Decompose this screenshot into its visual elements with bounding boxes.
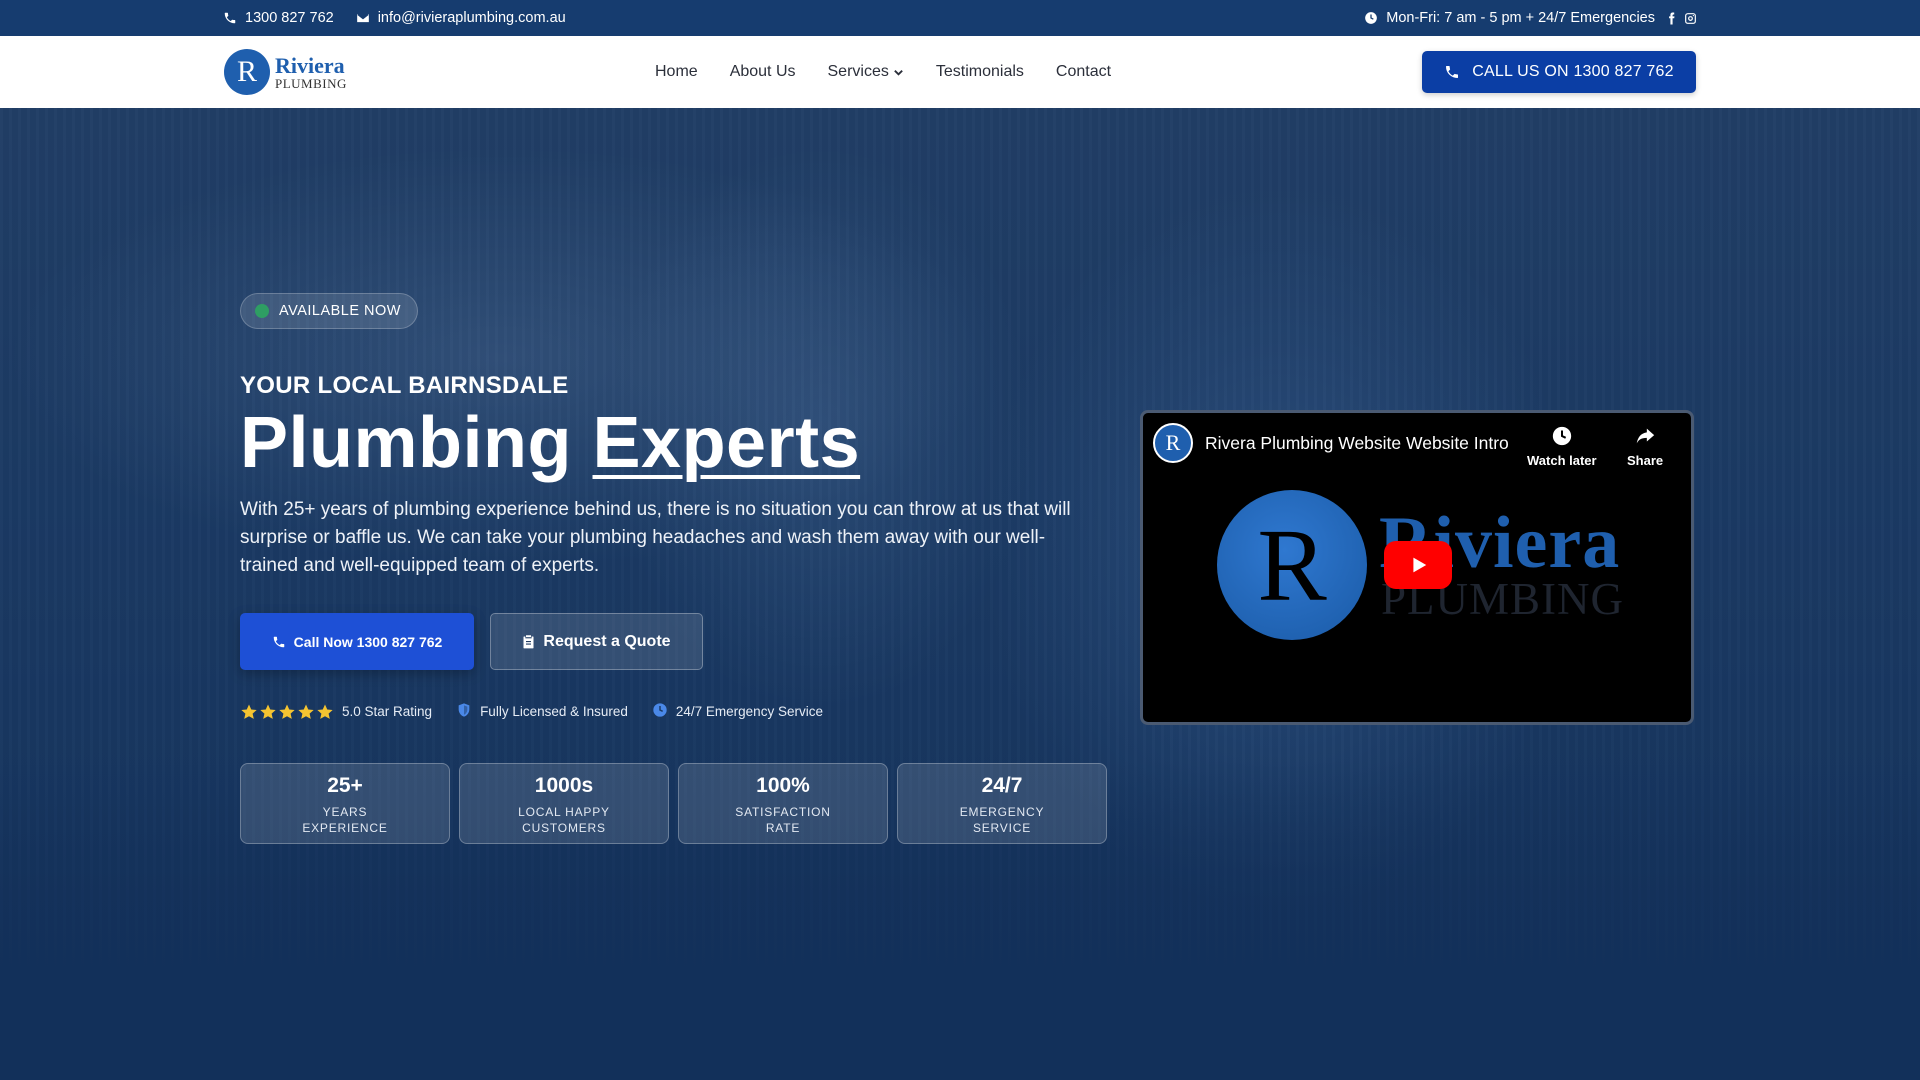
status-dot-icon xyxy=(255,304,269,318)
request-quote-label: Request a Quote xyxy=(543,632,671,650)
phone-icon xyxy=(1446,66,1459,78)
licensed-text: Fully Licensed & Insured xyxy=(480,704,628,719)
topbar-right: Mon-Fri: 7 am - 5 pm + 24/7 Emergencies xyxy=(1364,0,1697,36)
top-info-bar: 1300 827 762 info@rivieraplumbing.com.au… xyxy=(0,0,1920,36)
hours-text: Mon-Fri: 7 am - 5 pm + 24/7 Emergencies xyxy=(1386,10,1655,26)
stat-card: 24/7 EMERGENCY SERVICE xyxy=(897,763,1107,844)
share-arrow-icon xyxy=(1636,428,1655,444)
stat-label: EMERGENCY SERVICE xyxy=(959,805,1045,835)
main-navbar: R Riviera PLUMBING Home About Us Service… xyxy=(0,36,1920,108)
stat-card: 1000s LOCAL HAPPY CUSTOMERS xyxy=(459,763,669,844)
topbar-phone-link[interactable]: 1300 827 762 xyxy=(223,10,334,26)
hero-kicker: YOUR LOCAL BAIRNSDALE xyxy=(240,372,569,399)
logo-line1: Riviera xyxy=(275,52,345,78)
stat-number: 100% xyxy=(756,774,810,797)
stat-card: 100% SATISFACTION RATE xyxy=(678,763,888,844)
topbar-phone-text: 1300 827 762 xyxy=(245,10,334,26)
star-icon xyxy=(260,704,276,719)
play-button[interactable] xyxy=(1384,541,1452,589)
video-header: R Rivera Plumbing Website Website Intro xyxy=(1153,423,1509,463)
star-icon xyxy=(279,704,295,719)
stat-label: YEARS EXPERIENCE xyxy=(302,805,388,835)
hero-description: With 25+ years of plumbing experience be… xyxy=(240,499,1071,576)
nav-item-about-us[interactable]: About Us xyxy=(730,63,796,81)
request-quote-button[interactable]: Request a Quote xyxy=(490,613,703,670)
star-icon xyxy=(298,704,314,719)
star-icon xyxy=(317,704,333,719)
channel-avatar[interactable]: R xyxy=(1153,423,1193,463)
nav-item-services[interactable]: Services xyxy=(828,63,904,81)
nav-menu: Home About Us Services Testimonials Cont… xyxy=(655,36,1111,108)
chevron-down-icon xyxy=(894,69,903,76)
phone-icon xyxy=(273,636,284,647)
clock-icon xyxy=(1552,426,1571,446)
hero-section: AVAILABLE NOW YOUR LOCAL BAIRNSDALE Plum… xyxy=(0,108,1920,1080)
play-icon xyxy=(1413,557,1427,573)
star-icon xyxy=(241,704,257,719)
clipboard-icon xyxy=(523,635,534,649)
rating-text: 5.0 Star Rating xyxy=(342,704,433,719)
emergency-indicator: 24/7 Emergency Service xyxy=(652,702,823,721)
call-us-label: CALL US ON 1300 827 762 xyxy=(1472,63,1674,80)
facebook-icon[interactable] xyxy=(1665,12,1678,25)
shield-icon xyxy=(458,703,470,717)
availability-text: AVAILABLE NOW xyxy=(279,303,401,319)
headline-underlined: Experts xyxy=(592,403,861,483)
envelope-icon xyxy=(356,13,369,23)
social-links xyxy=(1665,12,1697,25)
watch-later-button[interactable]: Watch later xyxy=(1527,425,1597,468)
headline-plain: Plumbing xyxy=(240,403,572,483)
watch-later-label: Watch later xyxy=(1527,453,1597,468)
trust-indicators: 5.0 Star Rating Fully Licensed & Insured… xyxy=(240,702,823,721)
stat-number: 24/7 xyxy=(981,774,1023,797)
instagram-icon[interactable] xyxy=(1684,12,1697,25)
nav-item-contact[interactable]: Contact xyxy=(1056,63,1111,81)
stat-card: 25+ YEARS EXPERIENCE xyxy=(240,763,450,844)
nav-item-services-label: Services xyxy=(827,63,889,80)
business-hours: Mon-Fri: 7 am - 5 pm + 24/7 Emergencies xyxy=(1364,10,1655,26)
video-logo-mark: R xyxy=(1217,490,1367,640)
stars xyxy=(240,703,334,721)
topbar-email-text: info@rivieraplumbing.com.au xyxy=(377,10,566,26)
availability-badge: AVAILABLE NOW xyxy=(240,293,418,329)
call-now-label: Call Now 1300 827 762 xyxy=(293,633,443,650)
call-now-button[interactable]: Call Now 1300 827 762 xyxy=(240,613,474,670)
stat-label: LOCAL HAPPY CUSTOMERS xyxy=(518,805,610,835)
hero-headline: Plumbing Experts xyxy=(240,398,860,488)
nav-item-home[interactable]: Home xyxy=(655,63,698,81)
licensed-indicator: Fully Licensed & Insured xyxy=(456,702,628,721)
clock-icon xyxy=(1365,12,1378,24)
share-label: Share xyxy=(1627,453,1664,468)
call-us-button[interactable]: CALL US ON 1300 827 762 xyxy=(1422,51,1696,93)
clock-icon xyxy=(653,703,667,717)
logo-wordmark: Riviera PLUMBING xyxy=(275,52,347,91)
stat-number: 25+ xyxy=(327,774,363,797)
logo-line2: PLUMBING xyxy=(275,75,347,91)
video-title[interactable]: Rivera Plumbing Website Website Intro xyxy=(1205,433,1509,454)
youtube-video-embed[interactable]: R Rivera Plumbing Website Website Intro … xyxy=(1140,410,1694,725)
site-logo[interactable]: R Riviera PLUMBING xyxy=(224,49,347,95)
stats-row: 25+ YEARS EXPERIENCE 1000s LOCAL HAPPY CUS… xyxy=(240,763,1107,844)
stat-number: 1000s xyxy=(534,774,594,797)
emergency-text: 24/7 Emergency Service xyxy=(675,704,823,719)
logo-mark: R xyxy=(224,49,270,95)
topbar-email-link[interactable]: info@rivieraplumbing.com.au xyxy=(356,10,566,26)
star-rating: 5.0 Star Rating xyxy=(240,703,432,721)
share-button[interactable]: Share xyxy=(1627,425,1663,468)
stat-label: SATISFACTION RATE xyxy=(735,805,831,835)
nav-item-testimonials[interactable]: Testimonials xyxy=(936,63,1024,81)
phone-icon xyxy=(224,12,236,24)
contact-links: 1300 827 762 info@rivieraplumbing.com.au xyxy=(223,0,566,36)
